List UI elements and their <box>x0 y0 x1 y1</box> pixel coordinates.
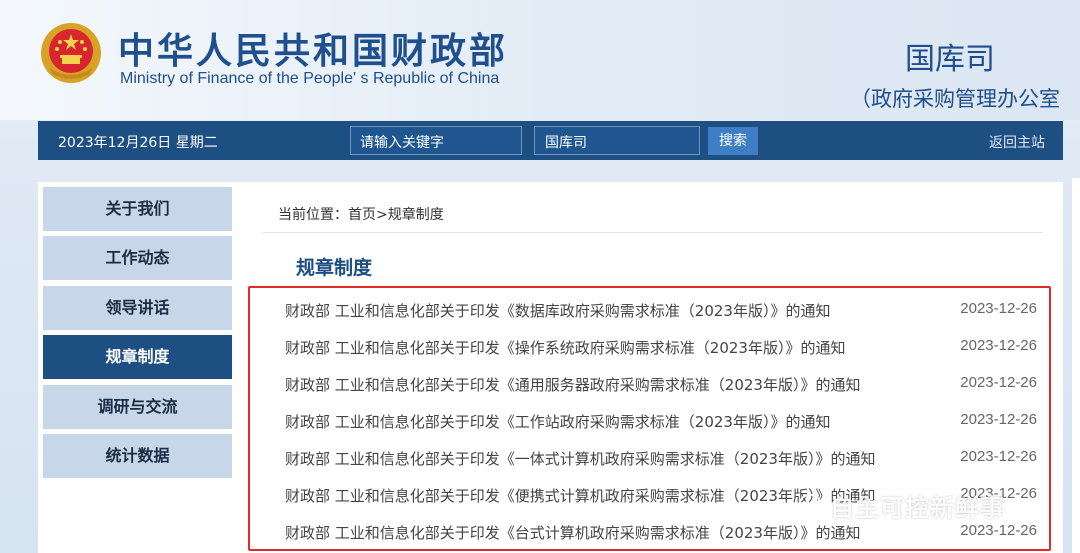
site-header: 中华人民共和国财政部 Ministry of Finance of the Pe… <box>0 0 1080 120</box>
article-date: 2023-12-26 <box>960 337 1037 354</box>
top-navbar: 2023年12月26日 星期二 请输入关键字 国库司 搜索 返回主站 <box>38 121 1063 160</box>
sidebar: 关于我们 工作动态 领导讲话 规章制度 调研与交流 统计数据 <box>38 182 245 553</box>
department-subtitle: （政府采购管理办公室 <box>850 87 1060 111</box>
sidebar-item-speeches[interactable]: 领导讲话 <box>43 286 232 330</box>
article-title[interactable]: 财政部 工业和信息化部关于印发《便携式计算机政府采购需求标准（2023年版）》的… <box>285 485 875 506</box>
article-title[interactable]: 财政部 工业和信息化部关于印发《数据库政府采购需求标准（2023年版）》的通知 <box>285 300 830 321</box>
article-date: 2023-12-26 <box>960 522 1037 539</box>
divider <box>263 232 1043 233</box>
page-title: 规章制度 <box>296 257 373 279</box>
search-input[interactable]: 请输入关键字 <box>350 126 522 155</box>
current-date: 2023年12月26日 星期二 <box>58 135 218 151</box>
sidebar-item-statistics[interactable]: 统计数据 <box>43 434 232 478</box>
national-emblem-icon <box>41 23 101 83</box>
return-home-link[interactable]: 返回主站 <box>989 132 1045 152</box>
article-title[interactable]: 财政部 工业和信息化部关于印发《通用服务器政府采购需求标准（2023年版）》的通… <box>285 374 860 395</box>
list-item[interactable]: 财政部 工业和信息化部关于印发《工作站政府采购需求标准（2023年版）》的通知 … <box>285 405 1037 435</box>
department-name: 国库司 <box>905 42 995 77</box>
list-item[interactable]: 财政部 工业和信息化部关于印发《通用服务器政府采购需求标准（2023年版）》的通… <box>285 368 1037 398</box>
sidebar-item-research[interactable]: 调研与交流 <box>43 385 232 429</box>
search-scope-field[interactable]: 国库司 <box>534 126 700 155</box>
site-title-en: Ministry of Finance of the People' s Rep… <box>120 70 500 87</box>
article-date: 2023-12-26 <box>960 300 1037 317</box>
article-date: 2023-12-26 <box>960 374 1037 391</box>
search-button[interactable]: 搜索 <box>708 127 758 155</box>
article-date: 2023-12-26 <box>960 411 1037 428</box>
watermark-text: 自主可控新鲜事 <box>830 494 1005 522</box>
right-panel-edge <box>1072 178 1080 553</box>
article-title[interactable]: 财政部 工业和信息化部关于印发《工作站政府采购需求标准（2023年版）》的通知 <box>285 411 830 432</box>
wechat-icon <box>799 494 827 516</box>
sidebar-item-news[interactable]: 工作动态 <box>43 236 232 280</box>
list-item[interactable]: 财政部 工业和信息化部关于印发《操作系统政府采购需求标准（2023年版）》的通知… <box>285 331 1037 361</box>
article-title[interactable]: 财政部 工业和信息化部关于印发《操作系统政府采购需求标准（2023年版）》的通知 <box>285 337 845 358</box>
list-item[interactable]: 财政部 工业和信息化部关于印发《一体式计算机政府采购需求标准（2023年版）》的… <box>285 442 1037 472</box>
article-date: 2023-12-26 <box>960 448 1037 465</box>
breadcrumb: 当前位置：首页>规章制度 <box>278 207 444 223</box>
sidebar-item-regulations[interactable]: 规章制度 <box>43 335 232 379</box>
article-title[interactable]: 财政部 工业和信息化部关于印发《台式计算机政府采购需求标准（2023年版）》的通… <box>285 522 860 543</box>
article-title[interactable]: 财政部 工业和信息化部关于印发《一体式计算机政府采购需求标准（2023年版）》的… <box>285 448 875 469</box>
site-title: 中华人民共和国财政部 <box>118 31 509 72</box>
sidebar-item-about[interactable]: 关于我们 <box>43 187 232 231</box>
list-item[interactable]: 财政部 工业和信息化部关于印发《数据库政府采购需求标准（2023年版）》的通知 … <box>285 294 1037 324</box>
